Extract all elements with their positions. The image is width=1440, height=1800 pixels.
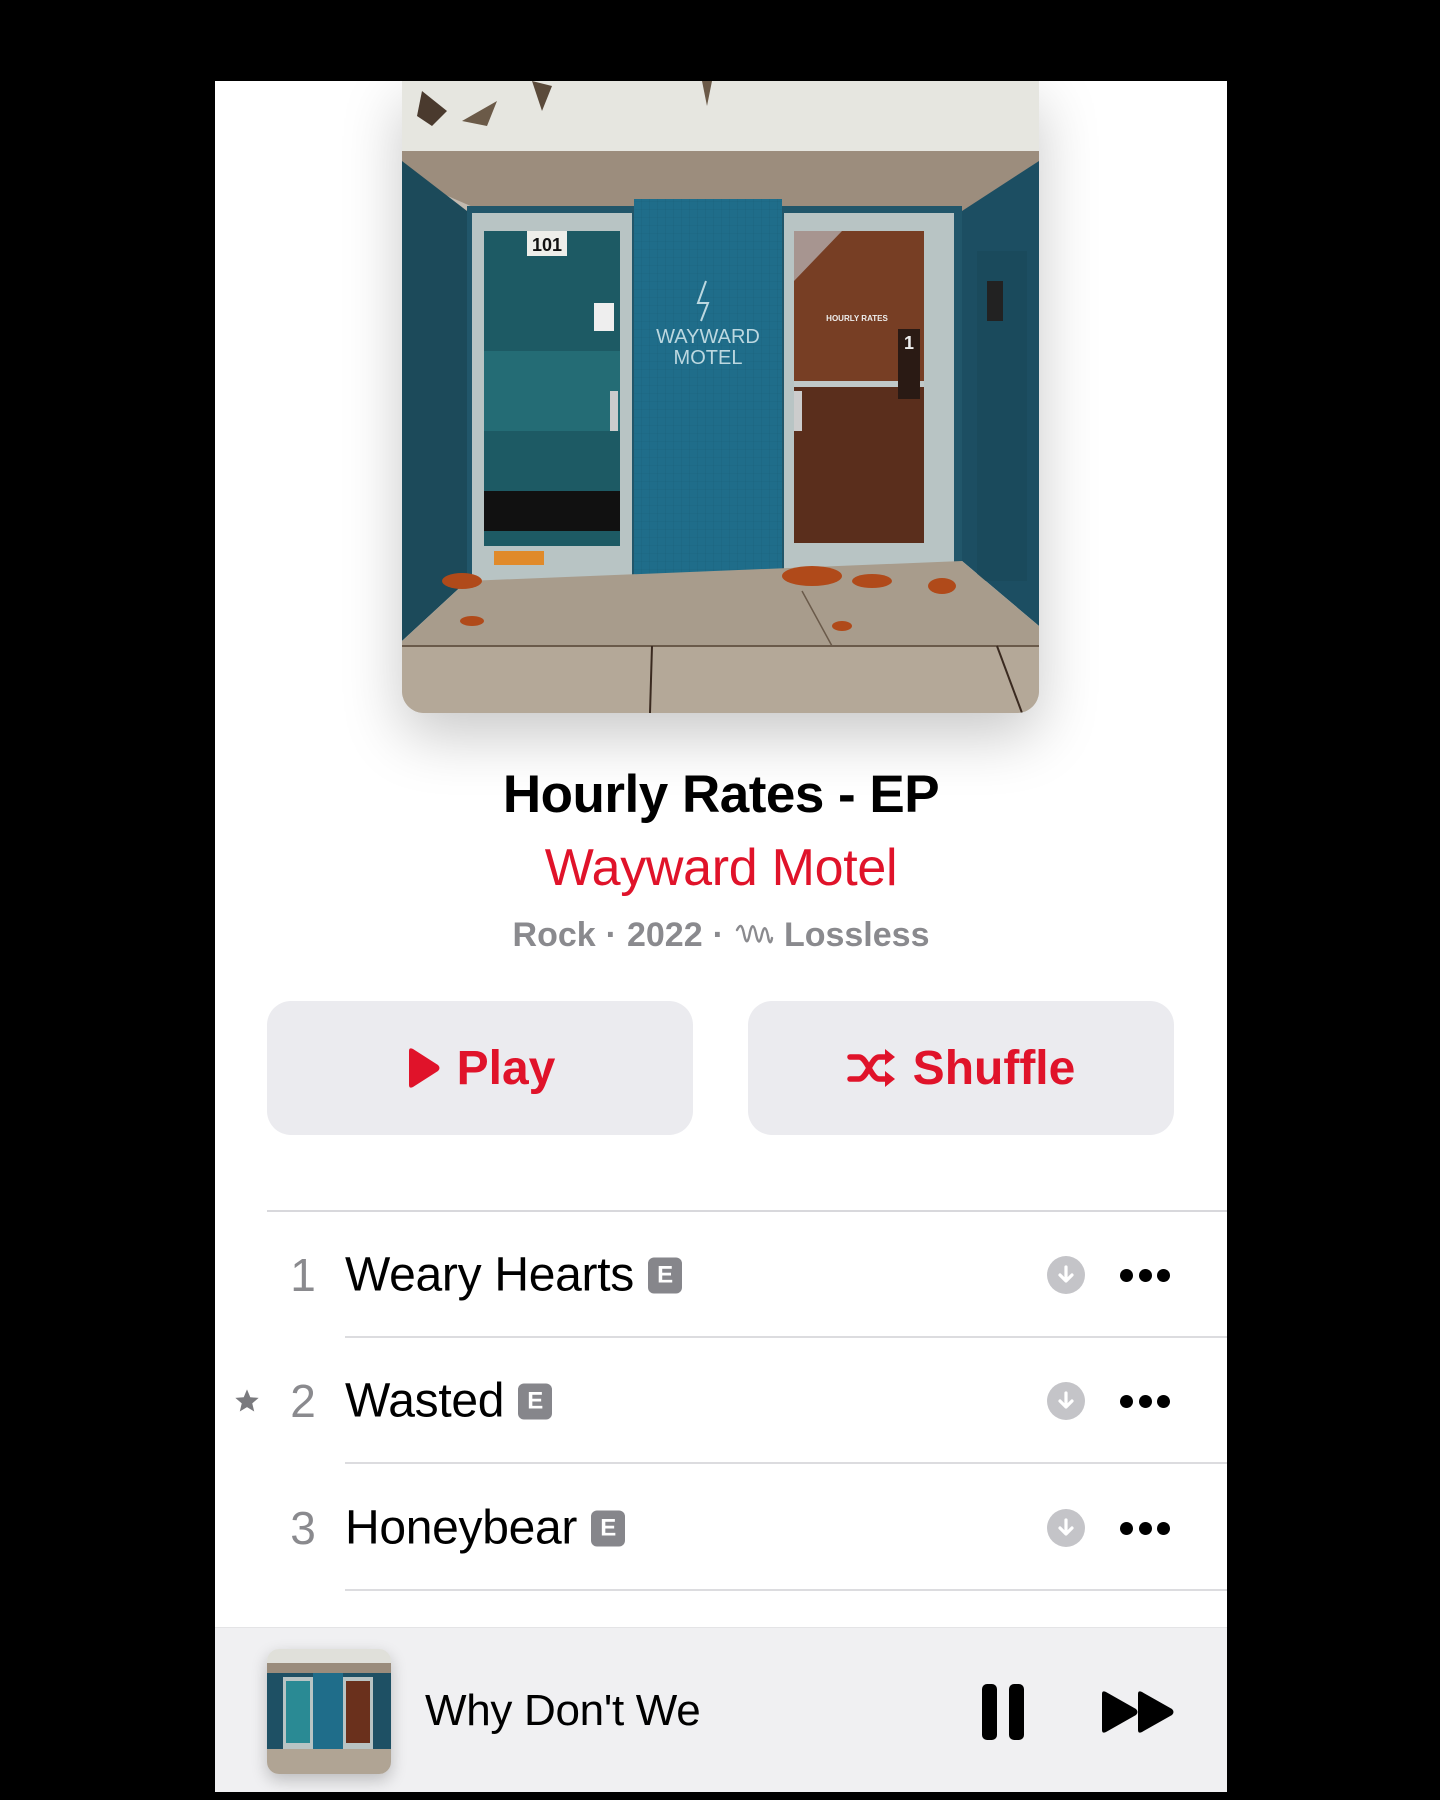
track-title: Weary Hearts (345, 1248, 634, 1302)
track-title: Honeybear (345, 1501, 578, 1555)
explicit-badge: E (647, 1257, 682, 1293)
cover-window-text: HOURLY RATES (826, 314, 888, 323)
cover-logo-line2: MOTEL (674, 347, 743, 369)
ellipsis-dot-icon (1157, 1394, 1170, 1408)
meta-separator: · (605, 916, 617, 954)
track-number: 1 (290, 1249, 316, 1301)
track-title-group: Wasted E (345, 1374, 553, 1429)
play-label: Play (456, 1041, 556, 1095)
meta-separator: · (712, 916, 724, 954)
play-icon (408, 1048, 440, 1088)
skip-forward-button[interactable] (1099, 1689, 1177, 1735)
explicit-badge: E (518, 1383, 553, 1419)
more-options-button[interactable] (1120, 1518, 1170, 1538)
more-options-button[interactable] (1120, 1265, 1170, 1285)
shuffle-icon (846, 1049, 895, 1087)
row-separator (345, 1462, 1227, 1464)
download-button[interactable] (1047, 1509, 1085, 1547)
mini-player[interactable]: Why Don't We (215, 1627, 1227, 1792)
year-label: 2022 (626, 916, 703, 954)
genre-label: Rock (512, 916, 596, 954)
shuffle-label: Shuffle (912, 1041, 1076, 1095)
track-title-group: Weary Hearts E (345, 1248, 682, 1303)
ellipsis-dot-icon (1157, 1521, 1170, 1535)
ellipsis-dot-icon (1120, 1268, 1133, 1282)
pause-icon-bar (1009, 1684, 1024, 1740)
pause-icon-bar (982, 1684, 997, 1740)
album-cover-image: 101 WAYWARD MOTEL HOURLY RATES 1 (402, 81, 1039, 713)
track-title: Wasted (345, 1374, 505, 1428)
now-playing-cover-image (267, 1649, 391, 1774)
quality-label: Lossless (783, 916, 930, 954)
track-number: 3 (290, 1502, 316, 1554)
artist-link[interactable]: Wayward Motel (215, 838, 1227, 898)
download-arrow-icon (1058, 1265, 1074, 1283)
ellipsis-dot-icon (1120, 1521, 1133, 1535)
more-options-button[interactable] (1120, 1391, 1170, 1411)
play-button[interactable]: Play (267, 1001, 693, 1135)
album-artwork: 101 WAYWARD MOTEL HOURLY RATES 1 (402, 81, 1039, 713)
cover-logo-line1: WAYWARD (656, 326, 760, 348)
track-title-group: Honeybear E (345, 1501, 626, 1556)
explicit-badge: E (591, 1510, 626, 1546)
pause-button[interactable] (982, 1684, 1024, 1740)
track-number: 2 (290, 1375, 316, 1427)
download-button[interactable] (1047, 1382, 1085, 1420)
cover-door-number: 101 (532, 235, 562, 255)
star-icon (235, 1389, 259, 1412)
ellipsis-dot-icon (1138, 1394, 1152, 1408)
shuffle-button[interactable]: Shuffle (748, 1001, 1174, 1135)
ellipsis-dot-icon (1138, 1521, 1152, 1535)
album-metadata: Rock · 2022 · Lossless (215, 916, 1227, 955)
download-arrow-icon (1058, 1518, 1074, 1536)
track-row[interactable]: 1 Weary Hearts E (215, 1212, 1227, 1338)
lossless-icon (735, 924, 774, 943)
ellipsis-dot-icon (1157, 1268, 1170, 1282)
ellipsis-dot-icon (1120, 1394, 1133, 1408)
ellipsis-dot-icon (1138, 1268, 1152, 1282)
track-row[interactable]: 2 Wasted E (215, 1338, 1227, 1464)
row-separator (345, 1589, 1227, 1591)
cover-window-number: 1 (904, 333, 914, 353)
download-button[interactable] (1047, 1256, 1085, 1294)
now-playing-title[interactable]: Why Don't We (425, 1686, 701, 1736)
album-screen: 101 WAYWARD MOTEL HOURLY RATES 1 Hourly … (215, 81, 1227, 1792)
download-arrow-icon (1058, 1391, 1074, 1409)
album-title: Hourly Rates - EP (502, 765, 940, 824)
track-row[interactable]: 3 Honeybear E (215, 1465, 1227, 1591)
now-playing-artwork[interactable] (267, 1649, 391, 1774)
